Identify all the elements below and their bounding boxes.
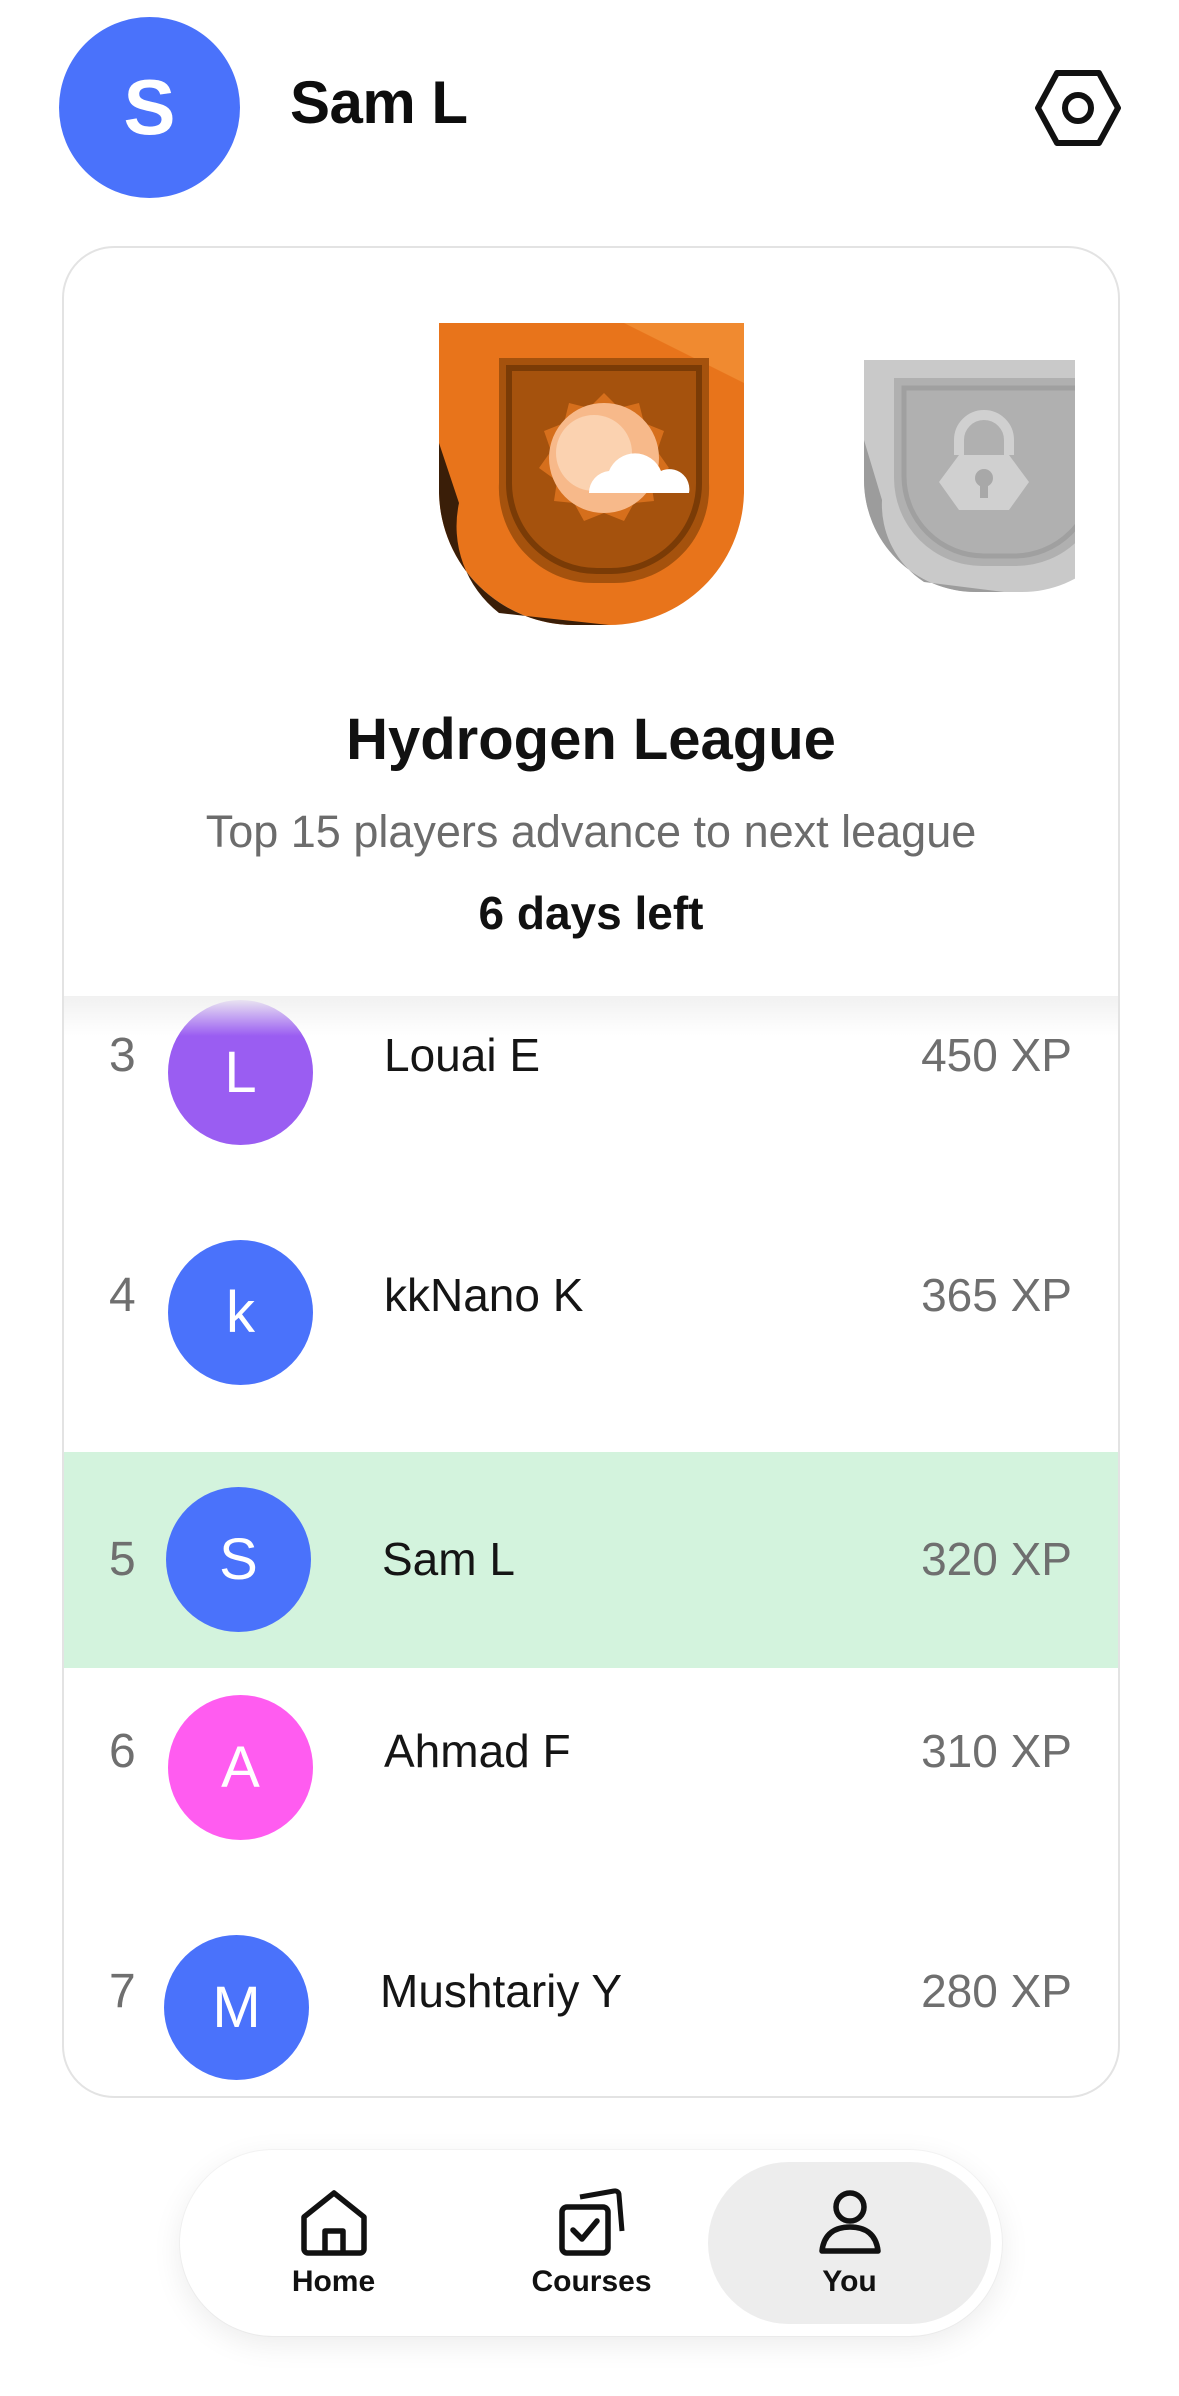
rank-number: 7 <box>109 1965 136 2018</box>
locked-league-badge-icon <box>864 360 1075 592</box>
nav-label: Courses <box>531 2265 652 2298</box>
courses-icon <box>558 2188 624 2256</box>
next-league-badge[interactable] <box>864 348 1075 608</box>
hydrogen-league-badge-icon[interactable] <box>439 323 744 625</box>
avatar: M <box>164 1935 309 2080</box>
bottom-nav: Home Courses You <box>180 2150 1002 2336</box>
settings-hexagon-icon <box>1034 69 1121 146</box>
rank-number: 5 <box>109 1533 136 1586</box>
days-left: 6 days left <box>478 887 704 939</box>
player-xp: 320 XP <box>921 1533 1072 1585</box>
player-name: kkNano K <box>384 1269 584 1321</box>
avatar: S <box>166 1487 311 1632</box>
player-name: Ahmad F <box>384 1725 571 1777</box>
nav-you[interactable]: You <box>708 2162 991 2324</box>
profile-header: S Sam L <box>0 0 1179 220</box>
player-xp: 310 XP <box>921 1725 1072 1777</box>
avatar: k <box>168 1240 313 1385</box>
player-name: Louai E <box>384 1029 541 1081</box>
player-name: Sam L <box>382 1533 515 1585</box>
league-title: Hydrogen League <box>346 707 836 772</box>
leaderboard-list: 3 L Louai E 450 XP 4 k kkNano K 365 XP 5… <box>64 996 1118 2096</box>
rank-number: 6 <box>109 1725 136 1778</box>
league-subtitle: Top 15 players advance to next league <box>205 806 977 857</box>
player-xp: 365 XP <box>921 1269 1072 1321</box>
player-xp: 450 XP <box>921 1029 1072 1081</box>
leaderboard-row[interactable]: 7 M Mushtariy Y 280 XP <box>64 1908 1118 2096</box>
rank-number: 3 <box>109 1029 136 1082</box>
nav-courses[interactable]: Courses <box>450 2162 733 2324</box>
player-name: Mushtariy Y <box>380 1965 623 2017</box>
nav-label: Home <box>291 2265 376 2298</box>
home-icon <box>300 2190 367 2256</box>
leaderboard-row[interactable]: 4 k kkNano K 365 XP <box>64 1236 1118 1452</box>
leaderboard-row-current-user[interactable]: 5 S Sam L 320 XP <box>64 1452 1118 1668</box>
league-card: Hydrogen League Top 15 players advance t… <box>62 246 1120 2098</box>
avatar[interactable]: S <box>59 17 240 198</box>
avatar: A <box>168 1695 313 1840</box>
profile-icon <box>818 2190 881 2254</box>
user-name: Sam L <box>290 69 468 136</box>
rank-number: 4 <box>109 1269 136 1322</box>
settings-button[interactable] <box>1030 60 1125 155</box>
player-xp: 280 XP <box>921 1965 1072 2017</box>
nav-label: You <box>822 2265 877 2298</box>
list-divider-shadow <box>64 996 1118 1036</box>
nav-home[interactable]: Home <box>192 2162 475 2324</box>
leaderboard-row[interactable]: 6 A Ahmad F 310 XP <box>64 1668 1118 1908</box>
